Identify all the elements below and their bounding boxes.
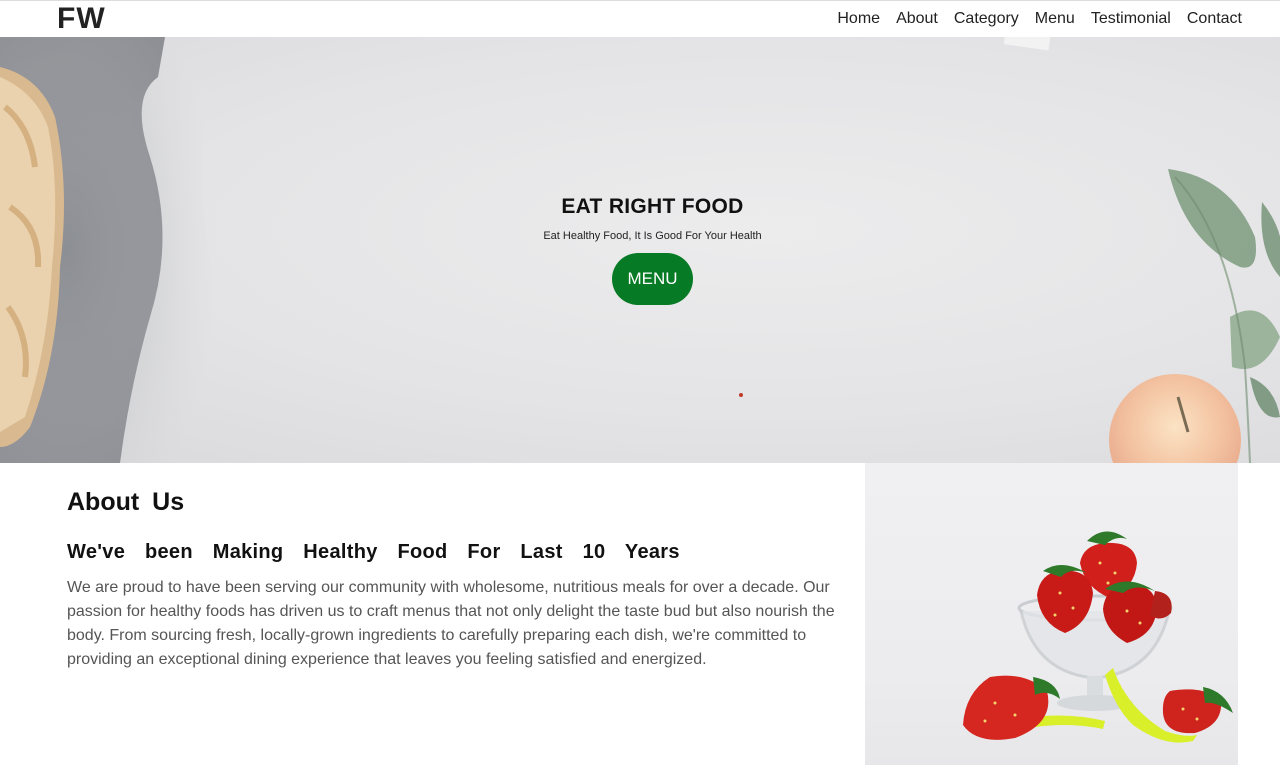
nav-link-about[interactable]: About — [896, 10, 938, 28]
nav-menu: Home About Category Menu Testimonial Con… — [837, 1, 1242, 37]
hero-subtitle: Eat Healthy Food, It Is Good For Your He… — [543, 230, 762, 242]
about-heading: We've been Making Healthy Food For Last … — [67, 541, 680, 563]
strawberries-bowl-image — [865, 463, 1238, 765]
carousel-indicator-dot[interactable] — [739, 393, 743, 397]
hero-background-image — [0, 37, 1280, 463]
site-logo[interactable]: FW — [57, 1, 106, 37]
nav-link-testimonial[interactable]: Testimonial — [1091, 10, 1171, 28]
strawberries-illustration — [963, 531, 1233, 743]
hero-banner: EAT RIGHT FOOD Eat Healthy Food, It Is G… — [0, 37, 1280, 463]
about-section-title: About Us — [67, 488, 185, 516]
about-description: We are proud to have been serving our co… — [67, 579, 835, 668]
nav-link-menu[interactable]: Menu — [1035, 10, 1075, 28]
nav-link-contact[interactable]: Contact — [1187, 10, 1242, 28]
nav-link-home[interactable]: Home — [837, 10, 880, 28]
menu-button[interactable]: MENU — [612, 253, 693, 305]
top-navbar: FW Home About Category Menu Testimonial … — [0, 0, 1280, 37]
hero-title: EAT RIGHT FOOD — [561, 195, 744, 218]
nav-link-category[interactable]: Category — [954, 10, 1019, 28]
